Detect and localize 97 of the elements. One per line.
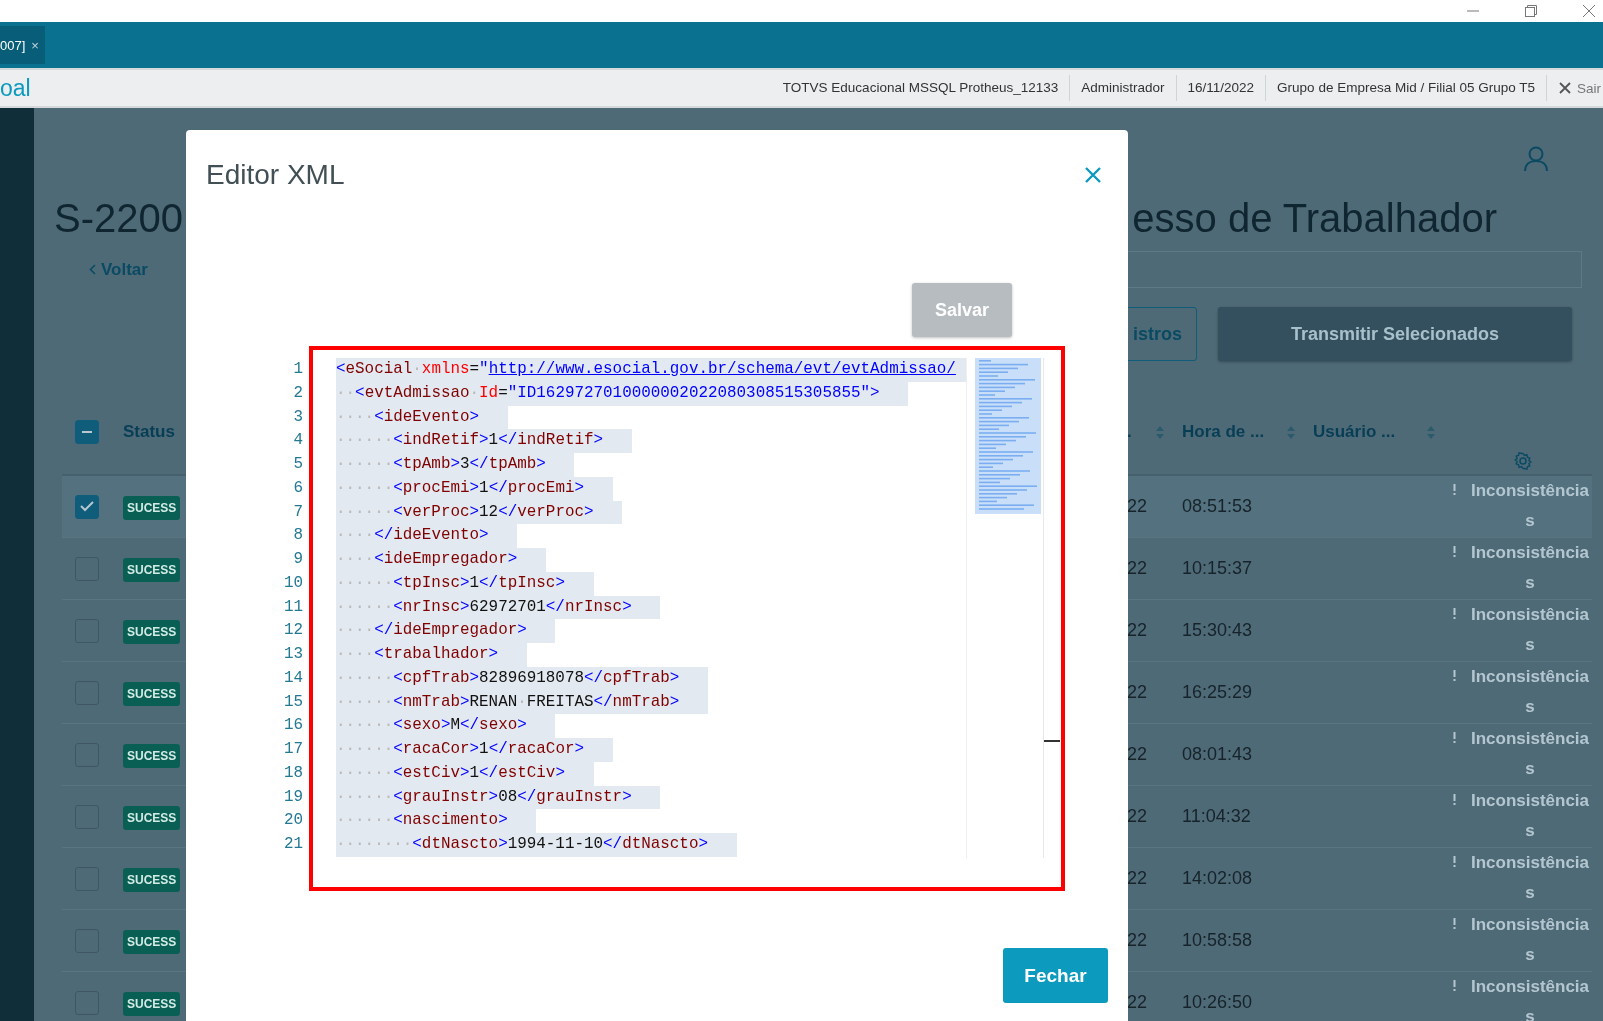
inconsistency-link[interactable]: Inconsistências	[1468, 538, 1592, 598]
column-header[interactable]: Usuário ...	[1313, 422, 1396, 442]
status-badge: SUCESS	[123, 495, 181, 520]
date-cell-text: 22	[1127, 806, 1149, 827]
dialog-title: Editor XML	[206, 159, 345, 191]
exclamation-icon	[1453, 484, 1456, 495]
date-cell-text: 22	[1127, 558, 1149, 579]
date-cell-text: 22	[1127, 930, 1149, 951]
time-cell-text: 14:02:08	[1182, 868, 1254, 889]
time-cell-text: 11:04:32	[1182, 806, 1252, 827]
exclamation-icon	[1453, 546, 1456, 557]
user-icon[interactable]	[1524, 146, 1548, 172]
time-cell-text: 16:25:29	[1182, 682, 1254, 703]
scroll-marker-icon	[1044, 740, 1060, 742]
date-cell-text: 22	[1127, 744, 1149, 765]
page-title: S-2200	[53, 195, 183, 242]
select-all-checkbox[interactable]	[75, 420, 99, 444]
status-badge: SUCESS	[123, 867, 181, 892]
close-icon[interactable]	[1085, 167, 1101, 183]
time-cell-text: 08:01:43	[1182, 744, 1254, 765]
sort-icon[interactable]	[1287, 425, 1295, 439]
inconsistency-link[interactable]: Inconsistências	[1468, 600, 1592, 660]
settings-icon[interactable]	[1513, 452, 1532, 470]
check-icon	[80, 501, 94, 512]
date-cell-text: 22	[1127, 868, 1149, 889]
time-cell-text: 15:30:43	[1182, 620, 1254, 641]
restore-icon[interactable]	[1525, 5, 1537, 17]
action-button[interactable]: Transmitir Selecionados	[1218, 307, 1572, 361]
line-number: 3	[293, 406, 303, 428]
status-badge: SUCESS	[123, 991, 181, 1016]
exclamation-icon	[1453, 670, 1456, 681]
session-info: Administrador	[1070, 75, 1177, 101]
line-number: 1	[293, 359, 303, 380]
logout-button[interactable]: Sair	[1547, 80, 1603, 96]
inconsistency-link[interactable]: Inconsistências	[1468, 910, 1592, 970]
sort-icon[interactable]	[1156, 425, 1164, 439]
status-badge: SUCESS	[123, 929, 181, 954]
line-number: 5	[293, 454, 303, 475]
close-button[interactable]: Fechar	[1003, 948, 1108, 1003]
session-info: Grupo de Empresa Mid / Filial 05 Grupo T5	[1266, 75, 1547, 101]
line-number: 20	[283, 810, 303, 832]
date-cell-text: 22	[1127, 682, 1149, 703]
chevron-left-icon	[89, 264, 96, 275]
back-link[interactable]: Voltar	[89, 259, 148, 280]
line-number: 17	[283, 739, 303, 760]
time-cell-text: 08:51:53	[1182, 496, 1254, 517]
exclamation-icon	[1453, 856, 1456, 867]
column-header[interactable]: .	[1127, 422, 1132, 442]
inconsistency-link[interactable]: Inconsistências	[1468, 786, 1592, 846]
inconsistency-link[interactable]: Inconsistências	[1468, 662, 1592, 722]
status-badge: SUCESS	[123, 619, 181, 644]
app-tab[interactable]: 007] ×	[0, 26, 45, 64]
tab-close-button[interactable]: ×	[31, 37, 39, 53]
line-number: 14	[283, 667, 303, 689]
sort-icon[interactable]	[1427, 425, 1435, 439]
exclamation-icon	[1453, 732, 1456, 743]
line-number: 6	[293, 477, 303, 499]
line-number: 12	[283, 620, 303, 642]
exclamation-icon	[1453, 980, 1456, 991]
line-number: 2	[293, 382, 303, 404]
date-cell-text: 22	[1127, 496, 1149, 517]
status-badge: SUCESS	[123, 681, 181, 706]
column-header[interactable]: Hora de ...	[1182, 422, 1265, 442]
line-number: 18	[283, 762, 303, 784]
inconsistency-link[interactable]: Inconsistências	[1468, 848, 1592, 908]
exclamation-icon	[1453, 608, 1456, 619]
line-number: 16	[283, 715, 303, 737]
status-badge: SUCESS	[123, 805, 181, 830]
line-number: 10	[283, 572, 303, 594]
line-number: 8	[293, 525, 303, 547]
time-cell-text: 10:15:37	[1182, 558, 1254, 579]
exclamation-icon	[1453, 918, 1456, 929]
exclamation-icon	[1453, 794, 1456, 805]
column-header[interactable]: Status	[123, 422, 175, 442]
line-number: 15	[283, 691, 303, 713]
close-icon[interactable]	[1583, 5, 1595, 17]
time-cell-text: 10:58:58	[1182, 930, 1254, 951]
line-number: 7	[293, 501, 303, 523]
line-number: 11	[283, 596, 303, 618]
line-number: 9	[293, 549, 303, 570]
date-cell-text: 22	[1127, 620, 1149, 641]
time-cell-text: 10:26:50	[1182, 992, 1254, 1013]
page-title: esso de Trabalhador	[1131, 195, 1498, 242]
status-badge: SUCESS	[123, 557, 181, 582]
status-badge: SUCESS	[123, 743, 181, 768]
app-title: oal	[0, 74, 31, 102]
inconsistency-link[interactable]: Inconsistências	[1468, 724, 1592, 784]
line-number: 13	[283, 644, 303, 665]
row-checkbox[interactable]	[75, 494, 99, 519]
inconsistency-link[interactable]: Inconsistências	[1468, 476, 1592, 536]
close-icon	[1559, 82, 1571, 94]
line-number: 19	[283, 786, 303, 808]
date-cell-text: 22	[1127, 992, 1149, 1013]
session-info: TOTVS Educacional MSSQL Protheus_12133	[771, 75, 1071, 101]
line-number: 4	[293, 430, 303, 452]
line-number: 21	[283, 834, 303, 855]
session-info: 16/11/2022	[1176, 75, 1267, 101]
